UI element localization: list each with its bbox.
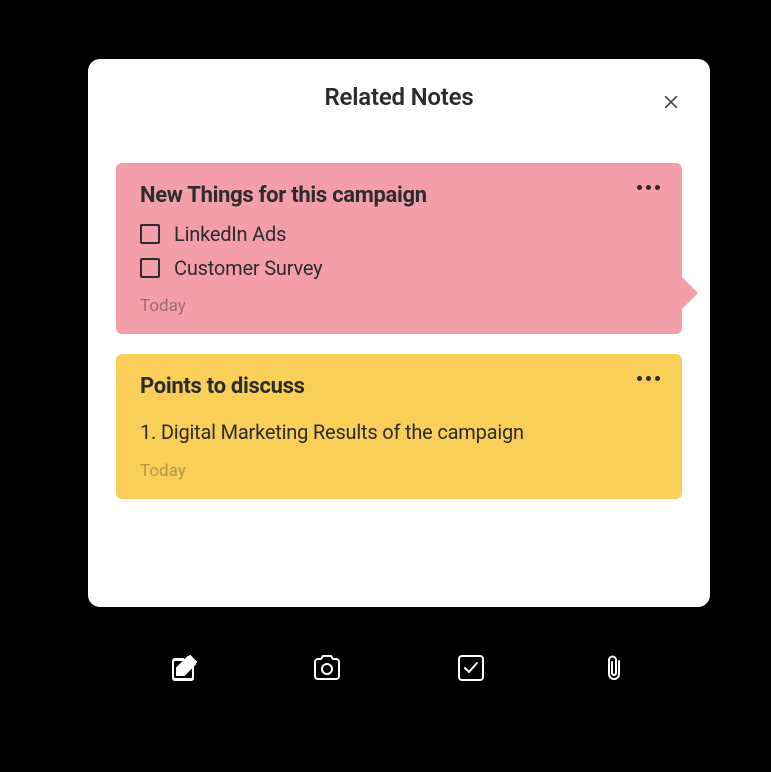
checklist-label: Customer Survey bbox=[174, 256, 322, 280]
bottom-toolbar bbox=[88, 636, 710, 700]
close-icon bbox=[661, 92, 681, 112]
checkbox-icon[interactable] bbox=[140, 224, 160, 244]
more-icon bbox=[646, 185, 651, 190]
related-notes-panel: Related Notes New Things for this campai… bbox=[88, 59, 710, 607]
note-body: 1. Digital Marketing Results of the camp… bbox=[140, 413, 658, 451]
panel-header: Related Notes bbox=[88, 59, 710, 131]
checklist-item[interactable]: LinkedIn Ads bbox=[140, 222, 658, 246]
checklist-label: LinkedIn Ads bbox=[174, 222, 286, 246]
more-icon bbox=[655, 185, 660, 190]
more-icon bbox=[637, 185, 642, 190]
notes-list: New Things for this campaign LinkedIn Ad… bbox=[88, 131, 710, 499]
note-more-button[interactable] bbox=[637, 185, 660, 190]
active-pointer-icon bbox=[682, 277, 698, 309]
more-icon bbox=[655, 376, 660, 381]
close-button[interactable] bbox=[658, 89, 684, 115]
compose-icon bbox=[168, 652, 200, 684]
note-title: New Things for this campaign bbox=[140, 183, 658, 208]
more-icon bbox=[646, 376, 651, 381]
checkbox-icon bbox=[455, 652, 487, 684]
panel-title: Related Notes bbox=[324, 83, 473, 111]
checklist-item[interactable]: Customer Survey bbox=[140, 256, 658, 280]
checkbox-button[interactable] bbox=[453, 650, 489, 686]
note-title: Points to discuss bbox=[140, 374, 658, 399]
more-icon bbox=[637, 376, 642, 381]
camera-icon bbox=[311, 652, 343, 684]
note-date: Today bbox=[140, 296, 658, 316]
note-more-button[interactable] bbox=[637, 376, 660, 381]
camera-button[interactable] bbox=[309, 650, 345, 686]
attachment-icon bbox=[598, 652, 630, 684]
checkbox-icon[interactable] bbox=[140, 258, 160, 278]
attachment-button[interactable] bbox=[596, 650, 632, 686]
note-date: Today bbox=[140, 461, 658, 481]
note-checklist: LinkedIn Ads Customer Survey bbox=[140, 222, 658, 280]
note-card[interactable]: New Things for this campaign LinkedIn Ad… bbox=[116, 163, 682, 334]
compose-button[interactable] bbox=[166, 650, 202, 686]
note-card[interactable]: Points to discuss 1. Digital Marketing R… bbox=[116, 354, 682, 499]
